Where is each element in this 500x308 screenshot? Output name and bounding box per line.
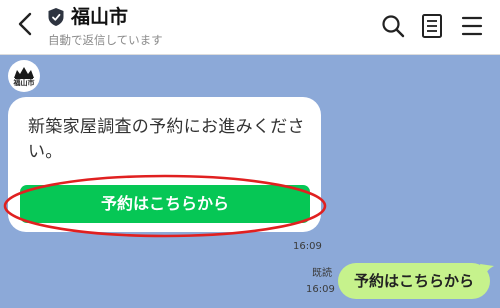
avatar-label: 福山市 (13, 79, 35, 87)
back-icon[interactable] (14, 11, 36, 37)
chat-title: 福山市 (71, 6, 129, 28)
search-icon[interactable] (381, 14, 405, 38)
read-receipt: 既読 (312, 268, 332, 279)
message-time: 16:09 (293, 241, 322, 252)
sent-time: 16:09 (306, 284, 335, 295)
sent-message-bubble: 予約はこちらから (338, 263, 490, 299)
message-text: 新築家屋調査の予約にお進みください。 (28, 117, 305, 162)
avatar[interactable]: 福山市 (8, 60, 40, 92)
message-bubble: 新築家屋調査の予約にお進みください。 予約はこちらから (8, 97, 321, 232)
chat-header: 福山市 自動で返信しています (0, 0, 500, 55)
shield-icon (48, 8, 64, 26)
notes-icon[interactable] (421, 13, 443, 39)
reserve-button[interactable]: 予約はこちらから (20, 185, 310, 223)
menu-icon[interactable] (460, 14, 484, 38)
chat-subtitle: 自動で返信しています (48, 33, 163, 47)
